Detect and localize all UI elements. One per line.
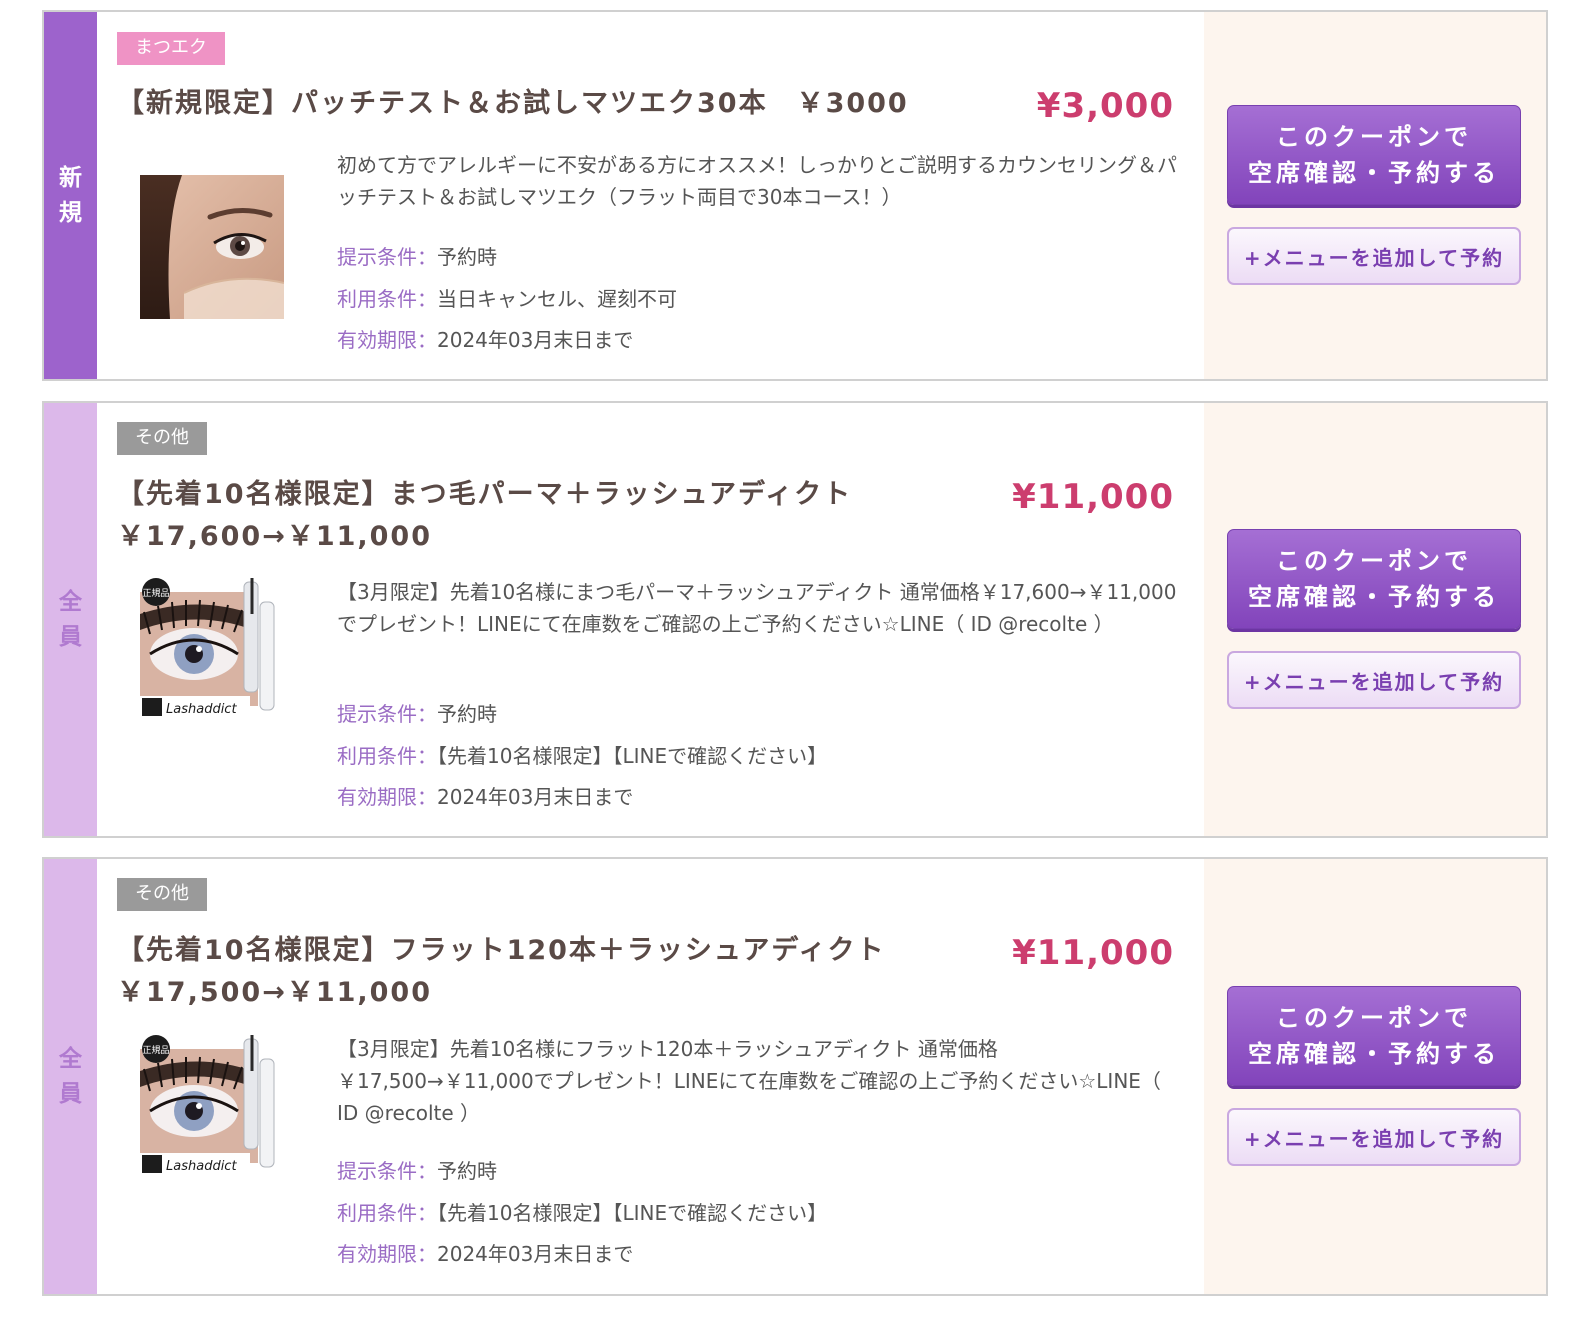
condition-label: 提示条件: [337, 1159, 417, 1183]
category-tag: その他: [117, 878, 207, 911]
condition-usage: 利用条件：当日キャンセル、遅刻不可: [337, 287, 677, 311]
condition-label: 有効期限: [337, 785, 417, 809]
condition-value: 2024年03月末日まで: [437, 785, 634, 809]
category-tag: まつエク: [117, 32, 225, 65]
condition-label: 利用条件: [337, 1201, 417, 1225]
coupon-description: 【3月限定】先着10名様にまつ毛パーマ＋ラッシュアディクト 通常価格￥17,60…: [337, 580, 1177, 636]
condition-value: 【先着10名様限定】【LINEで確認ください】: [437, 744, 828, 768]
condition-usage: 利用条件：【先着10名様限定】【LINEで確認ください】: [337, 744, 828, 768]
coupon-price: ¥3,000: [1036, 86, 1174, 126]
target-label-bar: 新規: [44, 12, 97, 379]
condition-value: 【先着10名様限定】【LINEで確認ください】: [437, 1201, 828, 1225]
target-label: 新規: [59, 164, 82, 226]
lash-serum-product-icon: 正規品 Lashaddict: [140, 574, 284, 718]
svg-text:正規品: 正規品: [142, 1045, 169, 1056]
reserve-button[interactable]: このクーポンで 空席確認・予約する: [1227, 986, 1521, 1086]
target-label-bar: 全員: [44, 859, 97, 1294]
coupon-description: 初めて方でアレルギーに不安がある方にオススメ！しっかりとご説明するカウンセリング…: [337, 153, 1177, 209]
svg-text:正規品: 正規品: [142, 588, 169, 599]
coupon-card: 全員 その他 【先着10名様限定】まつ毛パーマ＋ラッシュアディクト ￥17,60…: [42, 401, 1548, 838]
coupon-price: ¥11,000: [1012, 477, 1174, 517]
condition-usage: 利用条件：【先着10名様限定】【LINEで確認ください】: [337, 1201, 828, 1225]
coupon-thumbnail: [140, 175, 284, 319]
condition-expiry: 有効期限：2024年03月末日まで: [337, 1242, 634, 1266]
add-menu-button[interactable]: +メニューを追加して予約: [1227, 651, 1521, 709]
condition-label: 利用条件: [337, 744, 417, 768]
condition-label: 有効期限: [337, 328, 417, 352]
action-panel: このクーポンで 空席確認・予約する +メニューを追加して予約: [1204, 403, 1546, 836]
target-label-bar: 全員: [44, 403, 97, 836]
condition-presentation: 提示条件：予約時: [337, 702, 497, 726]
add-menu-button[interactable]: +メニューを追加して予約: [1227, 227, 1521, 285]
svg-text:Lashaddict: Lashaddict: [166, 1159, 237, 1174]
condition-label: 有効期限: [337, 1242, 417, 1266]
coupon-description: 【3月限定】先着10名様にフラット120本＋ラッシュアディクト 通常価格￥17,…: [337, 1037, 1161, 1125]
action-panel: このクーポンで 空席確認・予約する +メニューを追加して予約: [1204, 12, 1546, 379]
coupon-thumbnail: 正規品 Lashaddict: [140, 1031, 284, 1175]
coupon-card: 全員 その他 【先着10名様限定】フラット120本＋ラッシュアディクト ￥17,…: [42, 857, 1548, 1296]
reserve-button[interactable]: このクーポンで 空席確認・予約する: [1227, 529, 1521, 629]
coupon-price: ¥11,000: [1012, 933, 1174, 973]
condition-value: 予約時: [437, 245, 497, 269]
condition-presentation: 提示条件：予約時: [337, 245, 497, 269]
action-panel: このクーポンで 空席確認・予約する +メニューを追加して予約: [1204, 859, 1546, 1294]
coupon-title[interactable]: 【新規限定】パッチテスト＆お試しマツエク30本 ￥3000: [117, 83, 937, 125]
condition-expiry: 有効期限：2024年03月末日まで: [337, 328, 634, 352]
condition-value: 予約時: [437, 1159, 497, 1183]
coupon-thumbnail: 正規品 Lashaddict: [140, 574, 284, 718]
svg-text:Lashaddict: Lashaddict: [166, 702, 237, 717]
coupon-title[interactable]: 【先着10名様限定】フラット120本＋ラッシュアディクト ￥17,500→￥11…: [117, 930, 937, 1014]
category-tag: その他: [117, 422, 207, 455]
condition-label: 提示条件: [337, 702, 417, 726]
face-photo-icon: [140, 175, 284, 319]
condition-presentation: 提示条件：予約時: [337, 1159, 497, 1183]
lash-serum-product-icon: 正規品 Lashaddict: [140, 1031, 284, 1175]
coupon-card: 新規 まつエク 【新規限定】パッチテスト＆お試しマツエク30本 ￥3000 ¥3…: [42, 10, 1548, 381]
target-label: 全員: [59, 588, 82, 650]
condition-expiry: 有効期限：2024年03月末日まで: [337, 785, 634, 809]
condition-value: 2024年03月末日まで: [437, 328, 634, 352]
add-menu-button[interactable]: +メニューを追加して予約: [1227, 1108, 1521, 1166]
reserve-button[interactable]: このクーポンで 空席確認・予約する: [1227, 105, 1521, 205]
condition-label: 提示条件: [337, 245, 417, 269]
condition-value: 当日キャンセル、遅刻不可: [437, 287, 677, 311]
condition-label: 利用条件: [337, 287, 417, 311]
coupon-title[interactable]: 【先着10名様限定】まつ毛パーマ＋ラッシュアディクト ￥17,600→￥11,0…: [117, 474, 937, 558]
target-label: 全員: [59, 1045, 82, 1107]
condition-value: 2024年03月末日まで: [437, 1242, 634, 1266]
condition-value: 予約時: [437, 702, 497, 726]
